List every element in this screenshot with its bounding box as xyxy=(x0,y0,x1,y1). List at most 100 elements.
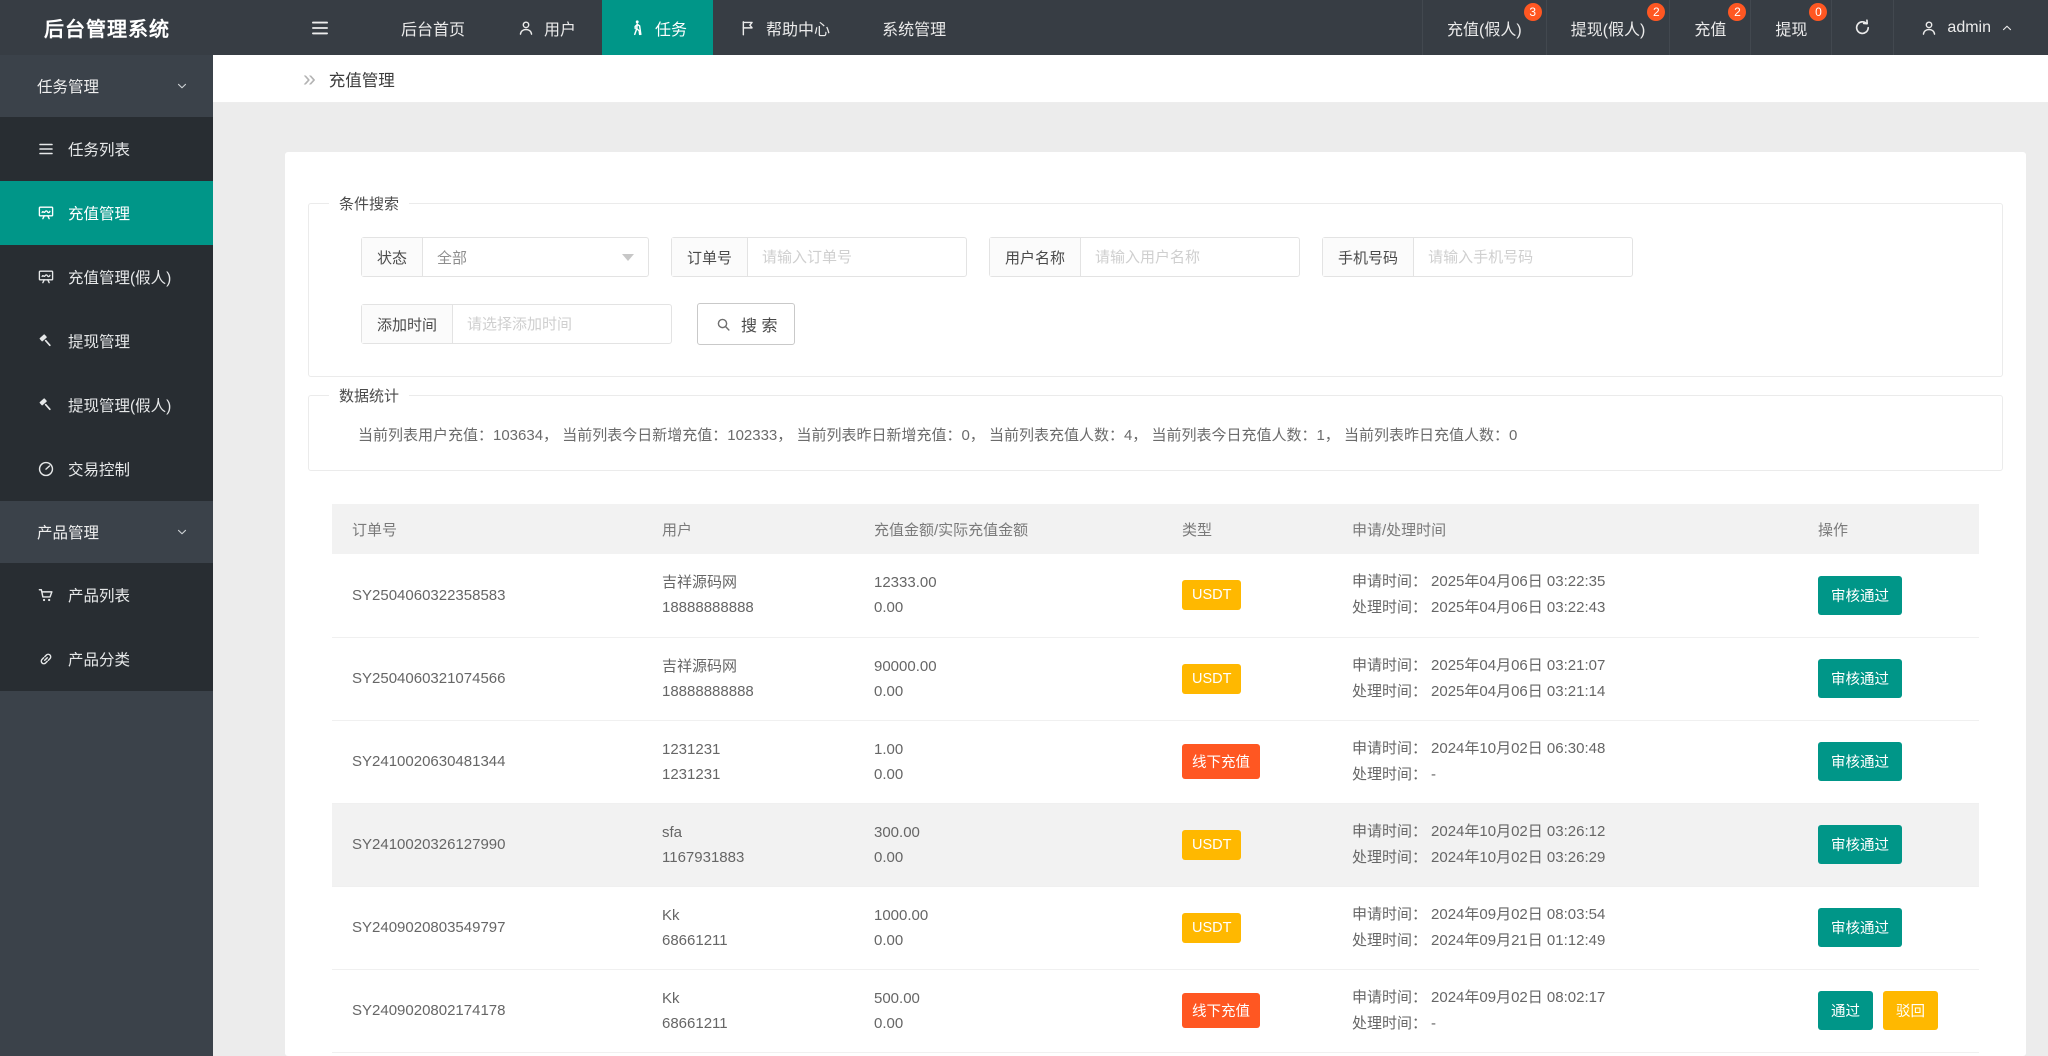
nav-item-user[interactable]: 用户 xyxy=(491,0,602,55)
board-icon xyxy=(37,204,55,222)
sidebar-item-label: 任务列表 xyxy=(68,142,131,159)
phone-field-input[interactable] xyxy=(1414,238,1633,276)
process-time-line: 处理时间： 2024年10月02日 03:26:29 xyxy=(1352,845,1798,871)
sidebar-item-label: 充值管理 xyxy=(68,206,131,223)
type-cell: USDT xyxy=(1162,886,1332,970)
sidebar-item-product-category[interactable]: 产品分类 xyxy=(0,627,213,691)
app-window: 后台管理系统 后台首页 用户 任务 帮助中心 系统管理 充值(假人) 3 提现(假人) 2 充值… xyxy=(0,0,2048,1056)
apply-time-value: 2024年09月02日 08:02:17 xyxy=(1431,988,1606,1006)
actions-cell: 审核通过 xyxy=(1798,886,1979,970)
actions-cell: 审核通过 xyxy=(1798,720,1979,804)
sidebar-item-recharge-mgmt-fake[interactable]: 充值管理(假人) xyxy=(0,245,213,309)
pass-button[interactable]: 通过 xyxy=(1818,991,1873,1030)
user-cell: 1231231 1231231 xyxy=(642,720,854,804)
username-field-input[interactable] xyxy=(1081,238,1300,276)
user-name: 吉祥源码网 xyxy=(662,574,738,592)
status-select[interactable]: 全部 xyxy=(423,238,648,276)
order-no: SY2504060321074566 xyxy=(352,670,506,687)
quick-withdraw-button[interactable]: 提现 0 xyxy=(1750,0,1831,55)
nav-item-help[interactable]: 帮助中心 xyxy=(713,0,856,55)
apply-time-label: 申请时间： xyxy=(1352,905,1428,923)
gavel-icon xyxy=(37,332,55,350)
status-select-value: 全部 xyxy=(437,249,468,267)
recharge-amount: 1000.00 xyxy=(874,906,929,924)
quick-recharge-fake-button[interactable]: 充值(假人) 3 xyxy=(1422,0,1546,55)
user-phone: 1231231 xyxy=(662,765,721,783)
apply-time-line: 申请时间： 2025年04月06日 03:22:35 xyxy=(1352,569,1798,595)
order-no-cell: SY2409020802174178 xyxy=(332,969,642,1053)
quick-recharge-button[interactable]: 充值 2 xyxy=(1669,0,1750,55)
stats-panel: 数据统计 当前列表用户充值：103634， 当前列表今日新增充值：102333，… xyxy=(308,385,2003,471)
recharge-amount: 12333.00 xyxy=(874,574,937,592)
actions-cell: 审核通过 xyxy=(1798,803,1979,887)
nav-item-label: 任务 xyxy=(655,21,688,39)
quick-item-label: 提现(假人) xyxy=(1570,21,1646,39)
quick-withdraw-fake-button[interactable]: 提现(假人) 2 xyxy=(1545,0,1670,55)
search-button[interactable]: 搜 索 xyxy=(697,303,796,345)
amount-cell: 1.00 0.00 xyxy=(854,720,1162,804)
search-panel: 条件搜索 状态全部订单号用户名称手机号码 添加时间 搜 索 xyxy=(308,193,2003,377)
username-field: 用户名称 xyxy=(989,237,1301,277)
apply-time-line: 申请时间： 2024年09月02日 08:02:17 xyxy=(1352,985,1798,1011)
nav-item-system[interactable]: 系统管理 xyxy=(856,0,972,55)
actions-cell: 审核通过 xyxy=(1798,637,1979,721)
apply-time-label: 申请时间： xyxy=(1352,656,1428,674)
user-phone: 68661211 xyxy=(662,1014,728,1032)
notification-badge: 2 xyxy=(1728,3,1747,21)
sidebar-item-trade-control[interactable]: 交易控制 xyxy=(0,437,213,501)
audit-pass-button[interactable]: 审核通过 xyxy=(1818,575,1902,615)
cart-icon xyxy=(37,586,55,604)
user-name: Kk xyxy=(662,906,680,924)
sidebar-item-withdraw-mgmt-fake[interactable]: 提现管理(假人) xyxy=(0,373,213,437)
sidebar-group-product[interactable]: 产品管理 xyxy=(0,501,213,563)
search-button-label: 搜 索 xyxy=(741,318,778,335)
field-label: 订单号 xyxy=(672,238,749,276)
sidebar-item-product-list[interactable]: 产品列表 xyxy=(0,563,213,627)
audit-pass-button[interactable]: 审核通过 xyxy=(1818,659,1902,698)
audit-pass-button[interactable]: 审核通过 xyxy=(1818,742,1902,781)
select-arrow-icon xyxy=(622,253,635,261)
table-body: SY2504060322358583 吉祥源码网 18888888888 12333.… xyxy=(332,554,1979,1053)
actual-amount: 0.00 xyxy=(874,682,904,700)
sidebar-item-label: 提现管理 xyxy=(68,334,131,351)
sidebar-item-task-list[interactable]: 任务列表 xyxy=(0,117,213,181)
order-no-cell: SY2409020803549797 xyxy=(332,886,642,970)
sidebar-toggle-button[interactable] xyxy=(295,0,345,55)
stats-text: 当前列表用户充值：103634， 当前列表今日新增充值：102333， 当前列表… xyxy=(358,427,1518,444)
sidebar-group-task[interactable]: 任务管理 xyxy=(0,55,213,117)
sidebar-item-recharge-mgmt[interactable]: 充值管理 xyxy=(0,181,213,245)
search-row-2: 添加时间 搜 索 xyxy=(361,303,1972,345)
audit-pass-button[interactable]: 审核通过 xyxy=(1818,825,1902,864)
add-time-field-input[interactable] xyxy=(453,305,672,343)
recharge-amount: 90000.00 xyxy=(874,657,937,675)
user-phone: 1167931883 xyxy=(662,848,745,866)
process-time-label: 处理时间： xyxy=(1352,682,1428,700)
order-no-cell: SY2504060321074566 xyxy=(332,637,642,721)
process-time-label: 处理时间： xyxy=(1352,848,1428,866)
sidebar-item-withdraw-mgmt[interactable]: 提现管理 xyxy=(0,309,213,373)
reject-button[interactable]: 驳回 xyxy=(1883,991,1938,1030)
process-time-line: 处理时间： - xyxy=(1352,762,1798,788)
content-area: 条件搜索 状态全部订单号用户名称手机号码 添加时间 搜 索 数据统计 当前列表用… xyxy=(213,103,2048,1056)
user-menu[interactable]: admin xyxy=(1893,0,2048,55)
column-header: 充值金额/实际充值金额 xyxy=(854,504,1162,554)
nav-item-home[interactable]: 后台首页 xyxy=(375,0,491,55)
table-row: SY2504060321074566 吉祥源码网 18888888888 90000.… xyxy=(332,637,1979,721)
type-cell: 线下充值 xyxy=(1162,720,1332,804)
app-logo: 后台管理系统 xyxy=(44,19,170,41)
chevron-down-icon xyxy=(175,79,189,93)
refresh-button[interactable] xyxy=(1831,0,1893,55)
column-header: 操作 xyxy=(1798,504,1979,554)
time-cell: 申请时间： 2024年10月02日 06:30:48 处理时间： - xyxy=(1332,720,1798,804)
order-no-field-input[interactable] xyxy=(748,238,967,276)
nav-item-task[interactable]: 任务 xyxy=(602,0,714,55)
apply-time-value: 2025年04月06日 03:21:07 xyxy=(1431,656,1606,674)
order-no-cell: SY2410020326127990 xyxy=(332,803,642,887)
process-time-value: 2024年09月21日 01:12:49 xyxy=(1431,931,1606,949)
user-icon xyxy=(517,19,535,37)
order-no: SY2410020326127990 xyxy=(352,836,506,853)
amount-cell: 300.00 0.00 xyxy=(854,803,1162,887)
audit-pass-button[interactable]: 审核通过 xyxy=(1818,908,1902,947)
amount-cell: 12333.00 0.00 xyxy=(854,554,1162,638)
user-name: 吉祥源码网 xyxy=(662,657,738,675)
